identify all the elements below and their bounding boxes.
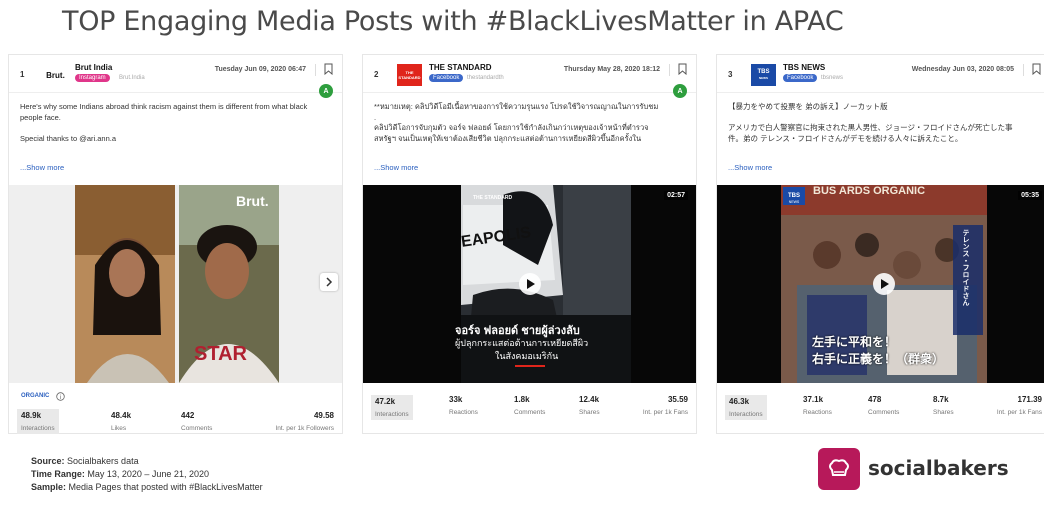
post-media[interactable]: THE STANDARD EAPOLIS 02:57 จอร์จ ฟลอยด์ … [363,185,696,383]
time-range-label: Time Range: [31,469,85,479]
source-label: Source: [31,456,65,466]
post-rank: 3 [728,70,733,79]
video-caption-line-2: ผู้ปลุกกระแสต่อต้านการเหยียดสีผิว [455,338,589,348]
page-name[interactable]: TBS NEWS [783,63,825,72]
post-stats: ORGANIC i 48.9k Interactions 48.4k Likes 4… [9,389,342,435]
divider [1023,64,1024,76]
stat-shares: 12.4k Shares [579,395,600,416]
post-media[interactable]: TBS NEWS BUS ARDS ORGANIC テレンス・フロイドさん 05… [717,185,1044,383]
video-caption-line-2: 右手に正義を！（群衆） [812,352,945,366]
post-card-2: 2 THE STANDARD THE STANDARD Facebook the… [362,54,697,434]
post-text: **หมายเหตุ: คลิปวิดีโอมีเนื้อหาของการใช้… [374,102,659,143]
post-header: 2 THE STANDARD THE STANDARD Facebook the… [363,55,696,93]
show-more-link[interactable]: ...Show more [728,163,772,172]
video-caption-line-1: 左手に平和を！ [812,335,897,349]
audience-badge: A [319,84,333,98]
sample-label: Sample: [31,482,67,492]
page-logo: Brut. [46,70,65,80]
show-more-link[interactable]: ...Show more [374,163,418,172]
source-value: Socialbakers data [67,456,139,466]
media-channel-logo: THE STANDARD [473,195,513,201]
media-image: STAR [75,185,279,383]
source-footer: Source: Socialbakers data Time Range: Ma… [31,455,263,494]
stat-int-per-1k: 171.39 Int. per 1k Fans [996,395,1042,416]
stat-comments: 478 Comments [868,395,900,416]
organic-label: ORGANIC [21,393,50,399]
slide-title: TOP Engaging Media Posts with #BlackLive… [62,6,844,37]
chef-hat-icon [829,459,849,476]
stat-reactions: 37.1k Reactions [803,395,832,416]
audience-badge: A [673,84,687,98]
post-text: Here's why some Indians abroad think rac… [20,102,308,143]
play-icon [526,279,535,289]
svg-text:NEWS: NEWS [789,200,800,204]
post-card-1: 1 Brut. Brut India Instagram Brut.India … [8,54,343,434]
platform-badge: Facebook [783,74,818,82]
page-handle: thestandardth [467,75,504,81]
post-date: Tuesday Jun 09, 2020 06:47 [214,66,306,73]
info-icon[interactable]: i [56,392,65,401]
svg-text:STAR: STAR [194,343,248,365]
post-media[interactable]: STAR Brut. [9,185,342,383]
sample-value: Media Pages that posted with #BlackLives… [68,482,263,492]
stat-interactions: 46.3k Interactions [725,395,767,420]
bookmark-icon[interactable] [1032,63,1041,75]
time-range-value: May 13, 2020 – June 21, 2020 [87,469,209,479]
page-handle: tbsnews [821,75,844,81]
chevron-right-icon [326,277,333,287]
caption-underline [515,365,545,367]
svg-text:i: i [60,395,61,401]
post-date: Thursday May 28, 2020 18:12 [563,66,660,73]
post-card-3: 3 TBS NEWS TBS NEWS Facebook tbsnews Wedn… [716,54,1044,434]
media-sign-text: BUS ARDS ORGANIC [813,185,926,197]
post-date: Wednesday Jun 03, 2020 08:05 [911,66,1014,73]
stat-comments: 442 Comments [181,411,213,432]
divider [669,64,670,76]
play-button[interactable] [873,273,895,295]
show-more-link[interactable]: ...Show more [20,163,64,172]
media-watermark: Brut. [236,193,269,209]
video-caption-line-3: ในสังคมอเมริกัน [495,351,559,361]
post-rank: 1 [20,70,25,79]
post-header: 1 Brut. Brut India Instagram Brut.India … [9,55,342,93]
video-side-caption: テレンス・フロイドさん [962,229,969,306]
socialbakers-logo-icon [818,448,860,490]
bookmark-icon[interactable] [678,63,687,75]
next-arrow-button[interactable] [320,273,338,291]
post-stats: 47.2k Interactions 33k Reactions 1.8k Comme… [363,389,696,435]
divider [315,64,316,76]
post-stats: 46.3k Interactions 37.1k Reactions 478 Comm… [717,389,1044,435]
stat-interactions: 48.9k Interactions [17,409,59,434]
post-header: 3 TBS NEWS TBS NEWS Facebook tbsnews Wedn… [717,55,1044,93]
page-logo: TBS NEWS [751,64,776,86]
play-icon [880,279,889,289]
svg-text:TBS: TBS [788,193,800,199]
post-text: 【暴力をやめて投票を 弟の訴え】ノーカット版 アメリカで白人警察官に拘束された黒… [728,102,1013,143]
page-logo: THE STANDARD [397,64,422,86]
page-handle: Brut.India [119,75,145,81]
brand-name: socialbakers [868,456,1009,480]
stat-interactions: 47.2k Interactions [371,395,413,420]
post-rank: 2 [374,70,379,79]
page-name[interactable]: Brut India [75,63,112,72]
video-duration: 05:35 [1018,191,1042,200]
stat-shares: 8.7k Shares [933,395,954,416]
stat-reactions: 33k Reactions [449,395,478,416]
platform-badge: Facebook [429,74,464,82]
platform-badge: Instagram [75,74,110,82]
video-duration: 02:57 [664,191,688,200]
page-name[interactable]: THE STANDARD [429,63,492,72]
stat-int-per-1k: 49.58 Int. per 1k Followers [275,411,334,432]
play-button[interactable] [519,273,541,295]
stat-int-per-1k: 35.59 Int. per 1k Fans [642,395,688,416]
stat-likes: 48.4k Likes [111,411,132,432]
stat-comments: 1.8k Comments [514,395,546,416]
bookmark-icon[interactable] [324,63,333,75]
